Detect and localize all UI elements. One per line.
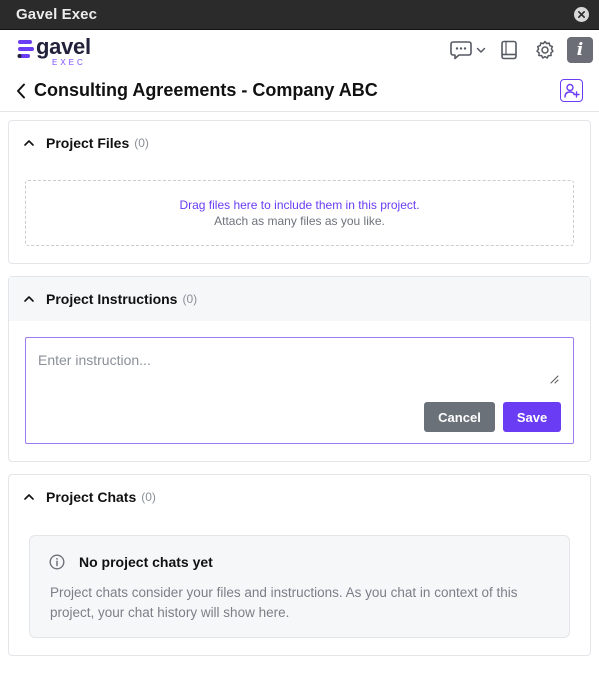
dropzone-secondary-text: Attach as many files as you like. xyxy=(214,214,385,228)
chat-bubble-icon xyxy=(450,41,472,60)
chevron-up-icon xyxy=(24,140,34,146)
close-window-button[interactable] xyxy=(574,7,589,22)
back-button[interactable] xyxy=(12,81,30,101)
logo-wordmark: gavel xyxy=(36,34,91,59)
info-button[interactable]: i xyxy=(567,37,593,63)
empty-chats-notice: No project chats yet Project chats consi… xyxy=(29,535,570,638)
gavel-logo: gavel EXEC xyxy=(17,34,91,67)
project-chats-toggle[interactable]: Project Chats (0) xyxy=(9,475,590,519)
app-header: gavel EXEC i xyxy=(0,30,599,70)
project-instructions-panel: Project Instructions (0) Cancel Save xyxy=(8,276,591,462)
project-chats-count: (0) xyxy=(141,490,156,504)
file-dropzone[interactable]: Drag files here to include them in this … xyxy=(25,180,574,246)
library-button[interactable] xyxy=(495,36,523,64)
chevron-up-icon xyxy=(24,296,34,302)
close-icon xyxy=(577,10,586,19)
gear-icon xyxy=(536,40,554,59)
info-circle-icon xyxy=(49,554,65,570)
project-files-title: Project Files xyxy=(46,135,130,151)
resize-handle-icon[interactable] xyxy=(549,374,559,384)
page-title: Consulting Agreements - Company ABC xyxy=(34,80,378,100)
save-button[interactable]: Save xyxy=(503,402,561,432)
project-files-panel: Project Files (0) Drag files here to inc… xyxy=(8,120,591,264)
instruction-input[interactable] xyxy=(38,352,558,382)
empty-chats-description: Project chats consider your files and in… xyxy=(50,585,518,620)
logo-subtitle: EXEC xyxy=(52,58,86,67)
chat-menu-button[interactable] xyxy=(447,36,489,64)
empty-chats-title: No project chats yet xyxy=(79,554,213,570)
chevron-down-icon xyxy=(476,47,486,53)
project-instructions-title: Project Instructions xyxy=(46,291,178,307)
project-files-count: (0) xyxy=(134,136,149,150)
cancel-button[interactable]: Cancel xyxy=(424,402,495,432)
instruction-editor: Cancel Save xyxy=(25,337,574,444)
share-project-button[interactable] xyxy=(560,79,583,102)
chevron-up-icon xyxy=(24,494,34,500)
chevron-left-icon xyxy=(17,83,25,98)
project-instructions-toggle[interactable]: Project Instructions (0) xyxy=(9,277,590,321)
window-title: Gavel Exec xyxy=(16,6,98,23)
project-instructions-count: (0) xyxy=(182,292,198,306)
project-files-toggle[interactable]: Project Files (0) xyxy=(9,121,590,165)
info-icon: i xyxy=(576,40,584,60)
add-user-icon xyxy=(563,83,580,98)
project-chats-title: Project Chats xyxy=(46,489,137,505)
dropzone-primary-text: Drag files here to include them in this … xyxy=(179,198,420,212)
book-icon xyxy=(501,40,517,60)
project-chats-panel: Project Chats (0) No project chats yet P… xyxy=(8,474,591,656)
logo-mark-icon xyxy=(17,40,34,58)
settings-button[interactable] xyxy=(531,36,559,64)
page-header: Consulting Agreements - Company ABC xyxy=(0,70,599,112)
window-titlebar: Gavel Exec xyxy=(0,0,599,30)
